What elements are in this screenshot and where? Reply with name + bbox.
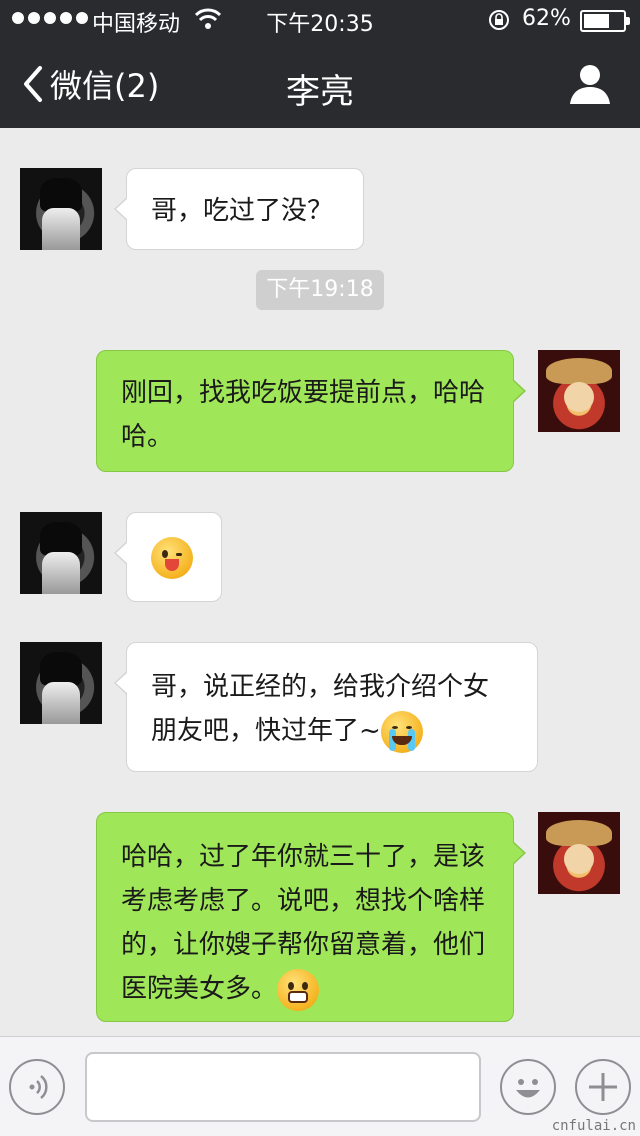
message-bubble-incoming[interactable]: 哥，说正经的，给我介绍个女朋友吧，快过年了~ — [114, 642, 538, 772]
contact-avatar[interactable] — [20, 168, 102, 250]
more-button[interactable] — [575, 1059, 631, 1115]
my-avatar[interactable] — [538, 812, 620, 894]
battery-percent: 62% — [522, 6, 571, 31]
message-timestamp: 下午19:18 — [256, 270, 384, 310]
chat-area[interactable]: 哥，吃过了没？ 下午19:18 刚回，找我吃饭要提前点，哈哈哈。 哥，说正经的，… — [0, 128, 640, 1036]
smiley-icon — [516, 1079, 540, 1098]
message-text: 哥，吃过了没？ — [151, 196, 334, 226]
plus-icon — [589, 1073, 617, 1101]
emoji-button[interactable] — [500, 1059, 556, 1115]
chat-title: 李亮 — [286, 72, 354, 112]
input-bar: cnfulai.cn — [0, 1036, 640, 1136]
message-bubble-outgoing[interactable]: 刚回，找我吃饭要提前点，哈哈哈。 — [96, 350, 526, 472]
contact-avatar[interactable] — [20, 512, 102, 594]
message-text: 哥，说正经的，给我介绍个女朋友吧，快过年了~ — [151, 672, 490, 746]
crying-emoji-icon — [380, 710, 423, 753]
rotation-lock-icon — [489, 10, 509, 30]
grin-emoji-icon — [277, 968, 320, 1011]
message-bubble-incoming[interactable]: 哥，吃过了没？ — [114, 168, 364, 250]
navigation-bar: 微信(2) 李亮 — [0, 40, 640, 128]
voice-button[interactable] — [9, 1059, 65, 1115]
message-bubble-incoming[interactable] — [114, 512, 222, 602]
battery-icon — [580, 10, 630, 32]
profile-icon[interactable] — [568, 62, 612, 106]
wink-tongue-emoji-icon — [151, 536, 193, 579]
contact-avatar[interactable] — [20, 642, 102, 724]
message-text: 刚回，找我吃饭要提前点，哈哈哈。 — [121, 378, 486, 452]
message-input[interactable] — [85, 1052, 481, 1122]
my-avatar[interactable] — [538, 350, 620, 432]
watermark: cnfulai.cn — [551, 1118, 636, 1134]
top-bar: 中国移动 下午20:35 62% 微信(2) 李亮 — [0, 0, 640, 128]
message-bubble-outgoing[interactable]: 哈哈，过了年你就三十了，是该考虑考虑了。说吧，想找个啥样的，让你嫂子帮你留意着，… — [96, 812, 526, 1022]
status-bar: 中国移动 下午20:35 62% — [0, 0, 640, 40]
voice-icon — [29, 1075, 48, 1099]
